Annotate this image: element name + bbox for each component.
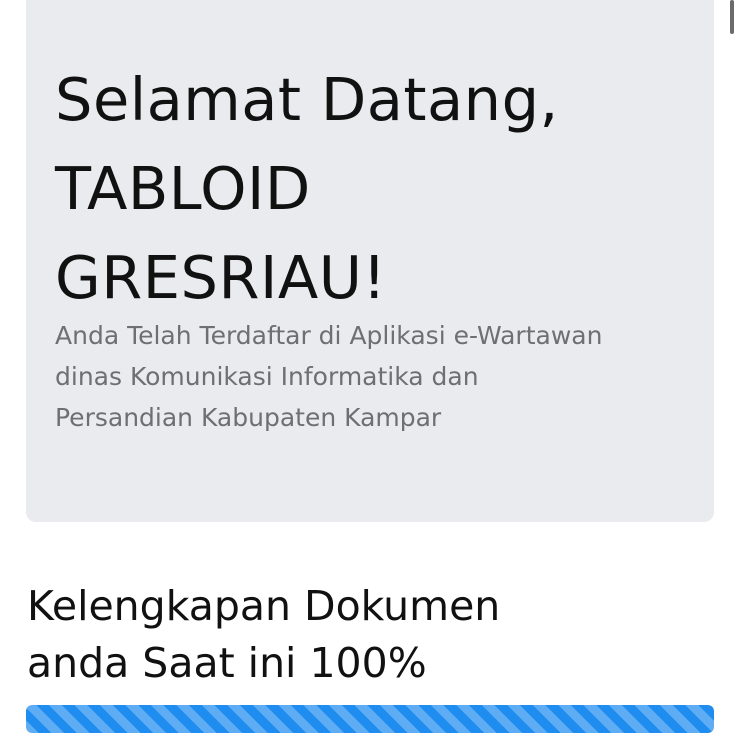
- welcome-description-line: Persandian Kabupaten Kampar: [55, 403, 442, 432]
- document-completeness-line: anda Saat ini 100%: [27, 639, 427, 687]
- welcome-title-line: TABLOID: [55, 154, 311, 223]
- welcome-title-line: GRESRIAU!: [55, 243, 387, 312]
- document-progress-fill: [26, 705, 714, 733]
- welcome-title-line: Selamat Datang,: [55, 65, 559, 134]
- document-completeness-heading: Kelengkapan Dokumen anda Saat ini 100%: [27, 578, 717, 692]
- welcome-description-line: Anda Telah Terdaftar di Aplikasi e-Warta…: [55, 321, 603, 350]
- scrollbar-thumb[interactable]: [730, 0, 734, 34]
- document-completeness-line: Kelengkapan Dokumen: [27, 582, 501, 630]
- document-progress-bar: [26, 705, 714, 733]
- welcome-title: Selamat Datang, TABLOID GRESRIAU!: [55, 55, 695, 322]
- welcome-description: Anda Telah Terdaftar di Aplikasi e-Warta…: [55, 315, 695, 438]
- registration-status-page: Selamat Datang, TABLOID GRESRIAU! Anda T…: [0, 0, 740, 756]
- welcome-description-line: dinas Komunikasi Informatika dan: [55, 362, 479, 391]
